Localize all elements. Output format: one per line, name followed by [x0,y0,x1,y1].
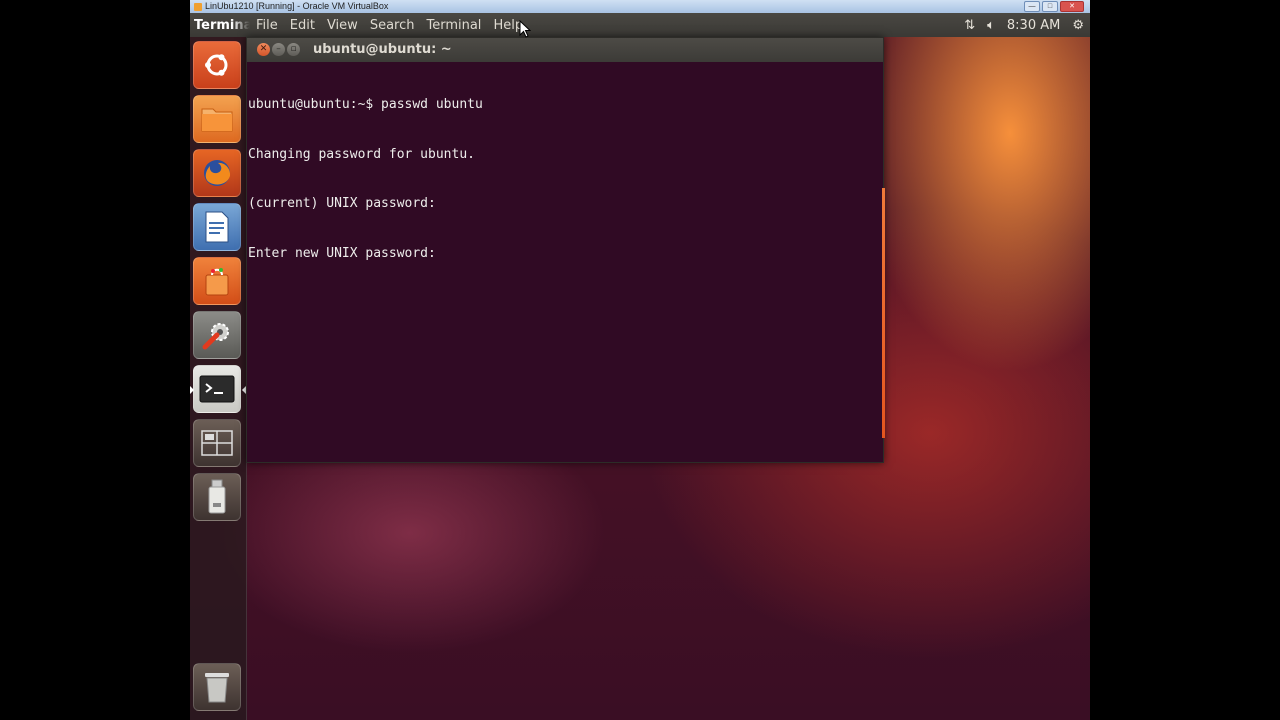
virtualbox-titlebar: LinUbu1210 [Running] - Oracle VM Virtual… [190,0,1090,13]
launcher-workspace-switcher[interactable] [193,419,241,467]
launcher-system-settings[interactable] [193,311,241,359]
terminal-line: (current) UNIX password: [248,196,436,211]
virtualbox-app-icon [194,2,202,11]
active-indicator-left [190,386,194,394]
minimize-button[interactable]: — [1024,1,1040,12]
virtualbox-window: LinUbu1210 [Running] - Oracle VM Virtual… [190,0,1090,720]
workspaces-icon [201,430,233,456]
window-maximize-button[interactable]: ▫ [287,43,300,56]
terminal-title: ubuntu@ubuntu: ~ [313,42,452,57]
launcher-usb-drive[interactable] [193,473,241,521]
gear-icon[interactable]: ⚙ [1072,18,1084,33]
menu-search[interactable]: Search [364,18,421,33]
menu-edit[interactable]: Edit [284,18,321,33]
ubuntu-desktop: Terminal File Edit View Search Terminal … [190,13,1090,720]
window-close-button[interactable]: ✕ [257,43,270,56]
launcher-libreoffice-writer[interactable] [193,203,241,251]
panel-indicators: ⇅ 🔈︎ 8:30 AM ⚙ [964,13,1090,37]
launcher [190,37,247,720]
launcher-firefox[interactable] [193,149,241,197]
folder-icon [201,108,233,132]
menu-view[interactable]: View [321,18,364,33]
clock[interactable]: 8:30 AM [1007,18,1060,33]
terminal-icon [199,375,235,403]
maximize-button[interactable]: □ [1042,1,1058,12]
wrench-gear-icon [202,323,229,350]
menu-terminal[interactable]: Terminal [420,18,487,33]
terminal-titlebar[interactable]: ✕ – ▫ ubuntu@ubuntu: ~ [247,38,883,62]
terminal-line: Enter new UNIX password: [248,245,436,261]
launcher-software-center[interactable] [193,257,241,305]
usb-icon [208,479,226,514]
launcher-files[interactable] [193,95,241,143]
terminal-line: ubuntu@ubuntu:~$ passwd ubuntu [248,97,483,112]
virtualbox-title: LinUbu1210 [Running] - Oracle VM Virtual… [205,1,389,11]
volume-icon[interactable]: 🔈︎ [987,18,995,33]
shopping-bag-icon [205,268,229,296]
trash-icon [205,673,229,703]
launcher-terminal[interactable] [190,365,246,413]
menu-file[interactable]: File [250,18,284,33]
launcher-dash-home[interactable] [193,41,241,89]
ubuntu-logo-icon [205,54,228,76]
window-resize-edge[interactable] [882,188,885,438]
firefox-icon [204,160,231,186]
network-icon[interactable]: ⇅ [964,18,975,33]
top-panel: Terminal File Edit View Search Terminal … [190,13,1090,37]
panel-app-title: Terminal [194,17,250,33]
virtualbox-window-controls: — □ ✕ [1024,0,1084,13]
launcher-trash[interactable] [193,663,241,711]
terminal-output[interactable]: ubuntu@ubuntu:~$ passwd ubuntu Changing … [247,62,883,462]
window-minimize-button[interactable]: – [272,43,285,56]
close-button[interactable]: ✕ [1060,1,1084,12]
terminal-line: Changing password for ubuntu. [248,146,475,162]
terminal-window[interactable]: ✕ – ▫ ubuntu@ubuntu: ~ ubuntu@ubuntu:~$ … [246,37,885,463]
document-icon [205,211,229,243]
